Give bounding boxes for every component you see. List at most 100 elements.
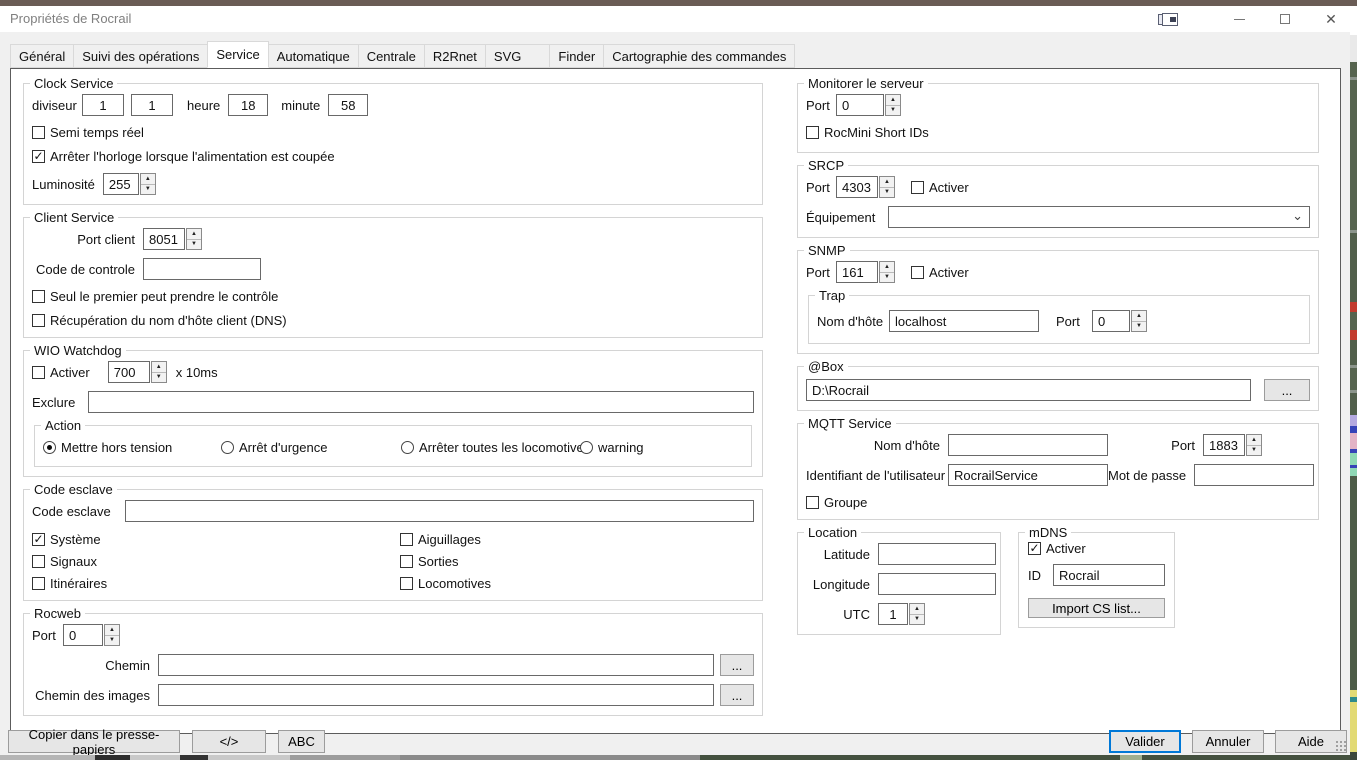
tab-finder[interactable]: Finder xyxy=(549,44,604,68)
hour-input[interactable] xyxy=(228,94,268,116)
client-port-input[interactable] xyxy=(143,228,185,250)
mqtt-host-input[interactable] xyxy=(948,434,1108,456)
tab-suivi-des-operations[interactable]: Suivi des opérations xyxy=(73,44,208,68)
action-warning-option[interactable]: warning xyxy=(580,440,644,455)
slave-aiguillages-option[interactable]: Aiguillages xyxy=(400,532,754,547)
slave-itineraires-checkbox[interactable] xyxy=(32,577,45,590)
trap-host-input[interactable] xyxy=(889,310,1039,332)
spin-down-icon[interactable] xyxy=(880,187,894,198)
srcp-device-combobox[interactable]: ⌄ xyxy=(888,206,1310,228)
import-cs-list-button[interactable]: Import CS list... xyxy=(1028,598,1165,618)
action-power-off-option[interactable]: Mettre hors tension xyxy=(43,440,221,455)
slave-sorties-option[interactable]: Sorties xyxy=(400,554,754,569)
first-only-checkbox[interactable] xyxy=(32,290,45,303)
rocmini-checkbox[interactable] xyxy=(806,126,819,139)
action-stop-locos-radio[interactable] xyxy=(401,441,414,454)
tab-general[interactable]: Général xyxy=(10,44,74,68)
spin-up-icon[interactable] xyxy=(886,95,900,105)
action-warning-radio[interactable] xyxy=(580,441,593,454)
spin-up-icon[interactable] xyxy=(910,604,924,614)
spin-down-icon[interactable] xyxy=(187,239,201,250)
utc-input[interactable] xyxy=(878,603,908,625)
spin-up-icon[interactable] xyxy=(1247,435,1261,445)
slave-locomotives-checkbox[interactable] xyxy=(400,577,413,590)
slave-sorties-checkbox[interactable] xyxy=(400,555,413,568)
atbox-browse-button[interactable]: ... xyxy=(1264,379,1310,401)
minimize-button[interactable] xyxy=(1224,6,1254,32)
slave-locomotives-option[interactable]: Locomotives xyxy=(400,576,754,591)
display-icon[interactable] xyxy=(1158,13,1182,26)
latitude-input[interactable] xyxy=(878,543,996,565)
mqtt-group-option[interactable]: Groupe xyxy=(806,495,1310,510)
stop-clock-option[interactable]: Arrêter l'horloge lorsque l'alimentation… xyxy=(32,149,754,164)
mqtt-port-input[interactable] xyxy=(1203,434,1245,456)
trap-port-input[interactable] xyxy=(1092,310,1130,332)
minute-input[interactable] xyxy=(328,94,368,116)
cancel-button[interactable]: Annuler xyxy=(1192,730,1264,753)
slave-itineraires-option[interactable]: Itinéraires xyxy=(32,576,400,591)
spin-down-icon[interactable] xyxy=(1247,445,1261,456)
spin-down-icon[interactable] xyxy=(141,184,155,195)
watchdog-interval-input[interactable] xyxy=(108,361,150,383)
first-only-option[interactable]: Seul le premier peut prendre le contrôle xyxy=(32,289,754,304)
watchdog-enable-option[interactable]: Activer xyxy=(32,365,90,380)
spin-up-icon[interactable] xyxy=(105,625,119,635)
spin-down-icon[interactable] xyxy=(886,105,900,116)
resize-grip[interactable] xyxy=(1335,740,1348,752)
spin-down-icon[interactable] xyxy=(152,372,166,383)
divider-b-input[interactable] xyxy=(131,94,173,116)
divider-a-input[interactable] xyxy=(82,94,124,116)
srcp-enable-option[interactable]: Activer xyxy=(911,180,969,195)
spin-up-icon[interactable] xyxy=(152,362,166,372)
action-emergency-stop-radio[interactable] xyxy=(221,441,234,454)
srcp-port-input[interactable] xyxy=(836,176,878,198)
rocmini-option[interactable]: RocMini Short IDs xyxy=(806,125,1310,140)
slave-signaux-option[interactable]: Signaux xyxy=(32,554,400,569)
dns-option[interactable]: Récupération du nom d'hôte client (DNS) xyxy=(32,313,754,328)
spin-up-icon[interactable] xyxy=(880,177,894,187)
rocweb-images-path-input[interactable] xyxy=(158,684,714,706)
mqtt-user-input[interactable] xyxy=(948,464,1108,486)
spin-down-icon[interactable] xyxy=(105,635,119,646)
semi-realtime-checkbox[interactable] xyxy=(32,126,45,139)
spin-down-icon[interactable] xyxy=(1132,321,1146,332)
longitude-input[interactable] xyxy=(878,573,996,595)
ok-button[interactable]: Valider xyxy=(1109,730,1181,753)
copy-to-clipboard-button[interactable]: Copier dans le presse-papiers xyxy=(8,730,180,753)
slave-systeme-option[interactable]: Système xyxy=(32,532,400,547)
dns-checkbox[interactable] xyxy=(32,314,45,327)
mdns-enable-option[interactable]: Activer xyxy=(1028,541,1165,556)
spin-up-icon[interactable] xyxy=(187,229,201,239)
snmp-enable-checkbox[interactable] xyxy=(911,266,924,279)
slave-signaux-checkbox[interactable] xyxy=(32,555,45,568)
atbox-path-input[interactable] xyxy=(806,379,1251,401)
slave-systeme-checkbox[interactable] xyxy=(32,533,45,546)
tab-centrale[interactable]: Centrale xyxy=(358,44,425,68)
tab-svg[interactable]: SVG xyxy=(485,44,550,68)
spin-down-icon[interactable] xyxy=(880,272,894,283)
mqtt-password-input[interactable] xyxy=(1194,464,1314,486)
control-code-input[interactable] xyxy=(143,258,261,280)
spin-up-icon[interactable] xyxy=(1132,311,1146,321)
rocweb-path-input[interactable] xyxy=(158,654,714,676)
spin-up-icon[interactable] xyxy=(880,262,894,272)
snmp-enable-option[interactable]: Activer xyxy=(911,265,969,280)
tab-service[interactable]: Service xyxy=(207,41,268,68)
watchdog-enable-checkbox[interactable] xyxy=(32,366,45,379)
close-button[interactable]: ✕ xyxy=(1316,6,1346,32)
brightness-input[interactable] xyxy=(103,173,139,195)
action-emergency-stop-option[interactable]: Arrêt d'urgence xyxy=(221,440,401,455)
monitor-port-input[interactable] xyxy=(836,94,884,116)
spin-down-icon[interactable] xyxy=(910,614,924,625)
maximize-button[interactable] xyxy=(1270,6,1300,32)
exclude-input[interactable] xyxy=(88,391,754,413)
srcp-enable-checkbox[interactable] xyxy=(911,181,924,194)
rocweb-images-browse-button[interactable]: ... xyxy=(720,684,754,706)
mdns-id-input[interactable] xyxy=(1053,564,1165,586)
stop-clock-checkbox[interactable] xyxy=(32,150,45,163)
tab-cartographie-des-commandes[interactable]: Cartographie des commandes xyxy=(603,44,795,68)
tab-automatique[interactable]: Automatique xyxy=(268,44,359,68)
mdns-enable-checkbox[interactable] xyxy=(1028,542,1041,555)
semi-realtime-option[interactable]: Semi temps réel xyxy=(32,125,754,140)
slave-code-input[interactable] xyxy=(125,500,754,522)
